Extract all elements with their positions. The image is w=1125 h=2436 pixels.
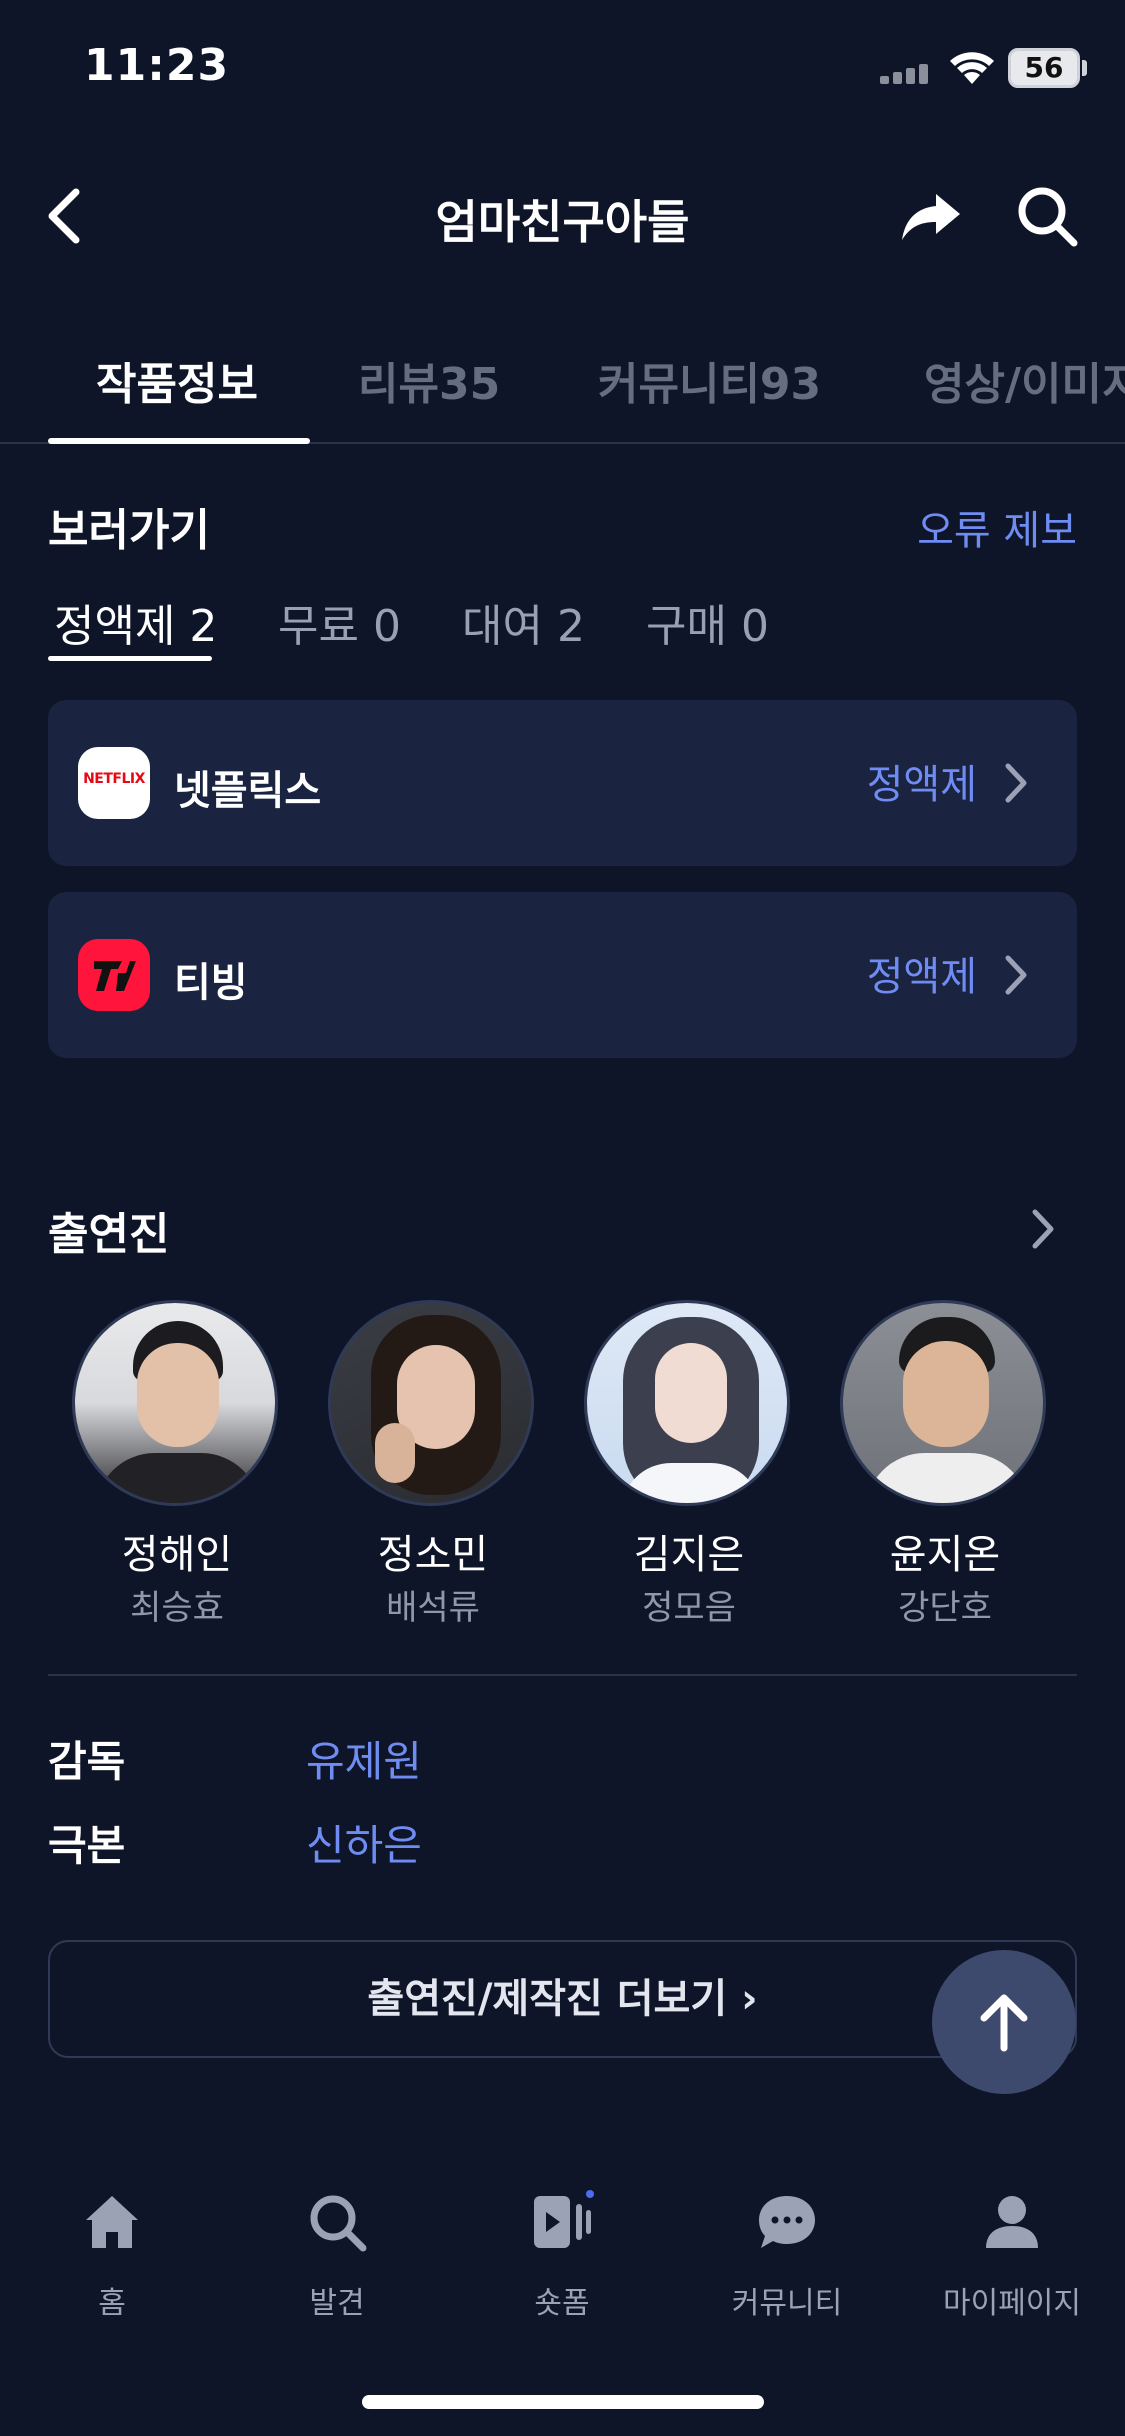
credit-value-writer[interactable]: 신하은 (306, 1812, 422, 1873)
nav-label: 커뮤니티 (731, 2286, 843, 2321)
tab-media[interactable]: 영상/이미지 (924, 348, 1125, 412)
scroll-to-top-button[interactable] (932, 1950, 1076, 2094)
section-divider (48, 1674, 1077, 1676)
subtab-subscription[interactable]: 정액제 2 (54, 590, 217, 654)
nav-shortform[interactable]: 숏폼 (482, 2190, 642, 2322)
status-time: 11:23 (84, 40, 230, 91)
cast-more-chevron-icon[interactable] (1028, 1206, 1058, 1252)
search-icon[interactable] (1015, 184, 1079, 248)
cast-role: 강단호 (898, 1588, 992, 1628)
person-icon (986, 2196, 1038, 2248)
nav-label: 마이페이지 (943, 2286, 1081, 2321)
provider-card-netflix[interactable]: NETFLIX 넷플릭스 정액제 (48, 700, 1077, 866)
cast-role: 정모음 (642, 1588, 736, 1628)
chevron-right-icon (1005, 955, 1027, 995)
chat-icon (759, 2196, 815, 2248)
nav-mypage[interactable]: 마이페이지 (932, 2190, 1092, 2322)
avatar (72, 1300, 278, 1506)
avatar (584, 1300, 790, 1506)
chevron-right-icon (1005, 763, 1027, 803)
home-icon (86, 2196, 138, 2248)
tab-active-underline (48, 438, 310, 444)
shortform-icon (534, 2190, 594, 2248)
provider-name: 티빙 (174, 960, 248, 1006)
tab-community[interactable]: 커뮤니티93 (598, 348, 821, 412)
subtab-free[interactable]: 무료 0 (278, 590, 401, 654)
tab-work-info[interactable]: 작품정보 (96, 348, 258, 412)
avatar (840, 1300, 1046, 1506)
provider-card-tving[interactable]: 티빙 정액제 (48, 892, 1077, 1058)
report-error-link[interactable]: 오류 제보 (917, 498, 1077, 556)
search-icon (310, 2195, 367, 2252)
cast-name: 정해인 (121, 1532, 233, 1578)
cast-role: 배석류 (386, 1588, 480, 1628)
share-icon[interactable] (900, 190, 962, 242)
subtab-active-underline (48, 656, 212, 661)
nav-label: 발견 (309, 2286, 365, 2321)
wifi-icon (950, 52, 994, 84)
cast-crew-more-button[interactable]: 출연진/제작진 더보기 › (48, 1940, 1077, 2058)
nav-label: 홈 (98, 2286, 126, 2321)
credit-label-director: 감독 (48, 1737, 126, 1786)
subtab-purchase[interactable]: 구매 0 (646, 590, 769, 654)
home-indicator (362, 2395, 764, 2409)
subtab-rental[interactable]: 대여 2 (462, 590, 585, 654)
arrow-up-icon (980, 1994, 1028, 2052)
cast-section-title: 출연진 (48, 1209, 170, 1260)
cast-role: 최승효 (130, 1588, 224, 1628)
nav-discover[interactable]: 발견 (257, 2190, 417, 2322)
nav-label: 숏폼 (534, 2286, 590, 2321)
netflix-logo-icon: NETFLIX (78, 747, 150, 819)
tab-reviews[interactable]: 리뷰35 (358, 348, 500, 412)
credit-label-writer: 극본 (48, 1821, 126, 1870)
provider-type: 정액제 (866, 762, 977, 808)
cast-name: 윤지온 (889, 1532, 1001, 1578)
battery-tip (1082, 60, 1087, 76)
cellular-signal-icon (880, 62, 932, 84)
cast-name: 김지은 (633, 1532, 745, 1578)
provider-name: 넷플릭스 (174, 768, 322, 814)
avatar (328, 1300, 534, 1506)
provider-type: 정액제 (866, 954, 977, 1000)
tving-logo-icon (78, 939, 150, 1011)
cast-name: 정소민 (377, 1532, 489, 1578)
watch-section-title: 보러가기 (48, 505, 210, 556)
nav-community[interactable]: 커뮤니티 (707, 2190, 867, 2322)
nav-home[interactable]: 홈 (32, 2190, 192, 2322)
battery-indicator: 56 (1008, 48, 1080, 88)
credit-value-director[interactable]: 유제원 (306, 1728, 422, 1789)
